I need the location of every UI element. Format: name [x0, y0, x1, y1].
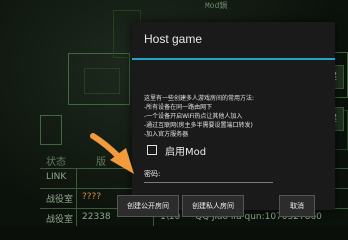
create-private-room-button[interactable]: 创建私人房间 — [182, 195, 244, 217]
top-label: Mod鍋 — [205, 2, 228, 11]
host-game-dialog: Host game 这里有一些创建多人游戏房间的常用方法: -所有设备在同一路由… — [117, 22, 335, 217]
password-input[interactable] — [144, 178, 273, 183]
dialog-title: Host game — [144, 32, 203, 46]
enable-mod-row[interactable]: 启用Mod — [147, 143, 207, 158]
dialog-description: 这里有一些创建多人游戏房间的常用方法: -所有设备在同一路由网下 -一个设备开启… — [144, 94, 329, 139]
bg-tile — [84, 68, 120, 94]
row-status: 战役室 — [46, 195, 74, 205]
column-divider — [76, 168, 77, 226]
annotation-arrow-icon — [90, 133, 134, 174]
description-line: 这里有一些创建多人游戏房间的常用方法: — [144, 95, 255, 102]
row-status: LINK — [46, 172, 67, 182]
row-status: 战役室 — [46, 215, 74, 225]
enable-mod-checkbox[interactable] — [147, 145, 157, 155]
status-column-header: 状态 — [46, 157, 66, 168]
description-line: -通过互联网(房主多半需要设置端口转发) — [144, 122, 253, 129]
description-line: -加入官方服务器 — [144, 131, 189, 138]
description-line: -所有设备在同一路由网下 — [144, 104, 213, 111]
row-host: ???? — [82, 192, 102, 202]
description-line: -一个设备开启WiFi热点让其他人加入 — [144, 113, 243, 120]
create-public-room-button[interactable]: 创建公开房间 — [117, 195, 179, 217]
title-divider — [132, 58, 335, 60]
row-host: 22338 — [82, 212, 111, 222]
bg-tile — [40, 115, 62, 145]
enable-mod-label: 启用Mod — [165, 146, 207, 158]
cancel-button[interactable]: 取消 — [279, 195, 315, 217]
